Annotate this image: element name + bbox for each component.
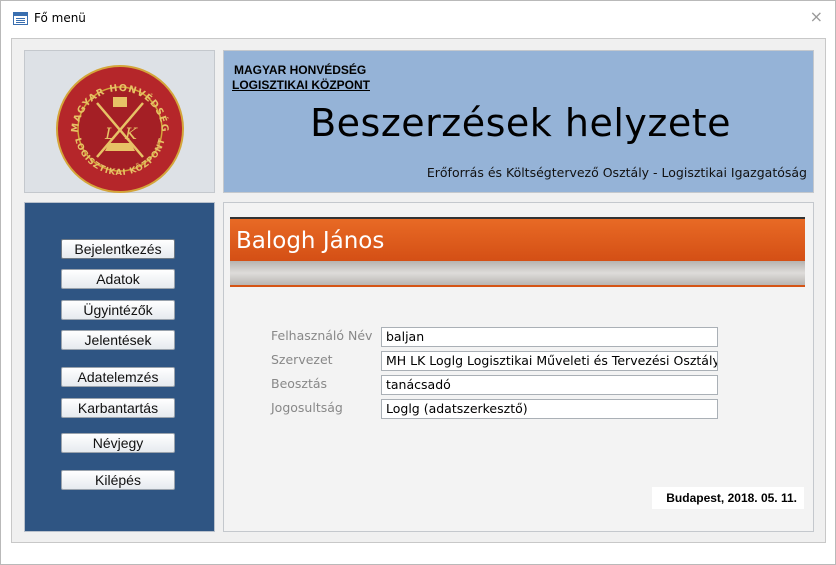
user-name-bar: Balogh János	[230, 217, 805, 261]
permission-label: Jogosultság	[271, 400, 343, 415]
data-button[interactable]: Adatok	[61, 269, 175, 289]
organization-label: Szervezet	[271, 352, 333, 367]
position-field[interactable]: tanácsadó	[381, 375, 718, 395]
close-icon[interactable]: ×	[810, 7, 823, 26]
exit-button[interactable]: Kilépés	[61, 470, 175, 490]
place-date: Budapest, 2018. 05. 11.	[652, 487, 804, 509]
title-bar: Fő menü ×	[1, 1, 835, 37]
navigation-panel: Bejelentkezés Adatok Ügyintézők Jelentés…	[24, 202, 215, 532]
username-field[interactable]: baljan	[381, 327, 718, 347]
org-name-line2: LOGISZTIKAI KÖZPONT	[232, 78, 370, 92]
reports-button[interactable]: Jelentések	[61, 330, 175, 350]
position-label: Beosztás	[271, 376, 328, 391]
army-logistics-logo: MAGYAR HONVÉDSÉG LOGISZTIKAI KÖZPONT L K	[56, 65, 184, 193]
window-bottom	[1, 546, 835, 564]
window-title: Fő menü	[34, 11, 86, 25]
data-analysis-button[interactable]: Adatelemzés	[61, 367, 175, 387]
main-window: Fő menü × MAGYAR HONVÉDSÉG LOGISZTIKAI K…	[0, 0, 836, 565]
permission-field[interactable]: Loglg (adatszerkesztő)	[381, 399, 718, 419]
username-label: Felhasználó Név	[271, 328, 373, 343]
organization-field[interactable]: MH LK Loglg Logisztikai Műveleti és Terv…	[381, 351, 718, 371]
user-name: Balogh János	[236, 228, 385, 254]
logo-letter-k: K	[124, 124, 138, 143]
logo-panel: MAGYAR HONVÉDSÉG LOGISZTIKAI KÖZPONT L K	[24, 50, 215, 193]
maintenance-button[interactable]: Karbantartás	[61, 398, 175, 418]
divider-bar	[230, 261, 805, 287]
user-profile-panel: Balogh János Felhasználó Név baljan Szer…	[223, 202, 814, 532]
department-subtitle: Erőforrás és Költségtervező Osztály - Lo…	[426, 165, 807, 180]
app-title: Beszerzések helyzete	[310, 101, 731, 145]
header-panel: MAGYAR HONVÉDSÉG LOGISZTIKAI KÖZPONT Bes…	[223, 50, 814, 193]
about-button[interactable]: Névjegy	[61, 433, 175, 453]
login-button[interactable]: Bejelentkezés	[61, 239, 175, 259]
form-icon	[13, 12, 28, 25]
main-form: MAGYAR HONVÉDSÉG LOGISZTIKAI KÖZPONT L K…	[11, 38, 826, 543]
org-name-line1: MAGYAR HONVÉDSÉG	[234, 63, 367, 77]
logo-letter-l: L	[104, 124, 116, 143]
clerks-button[interactable]: Ügyintézők	[61, 300, 175, 320]
